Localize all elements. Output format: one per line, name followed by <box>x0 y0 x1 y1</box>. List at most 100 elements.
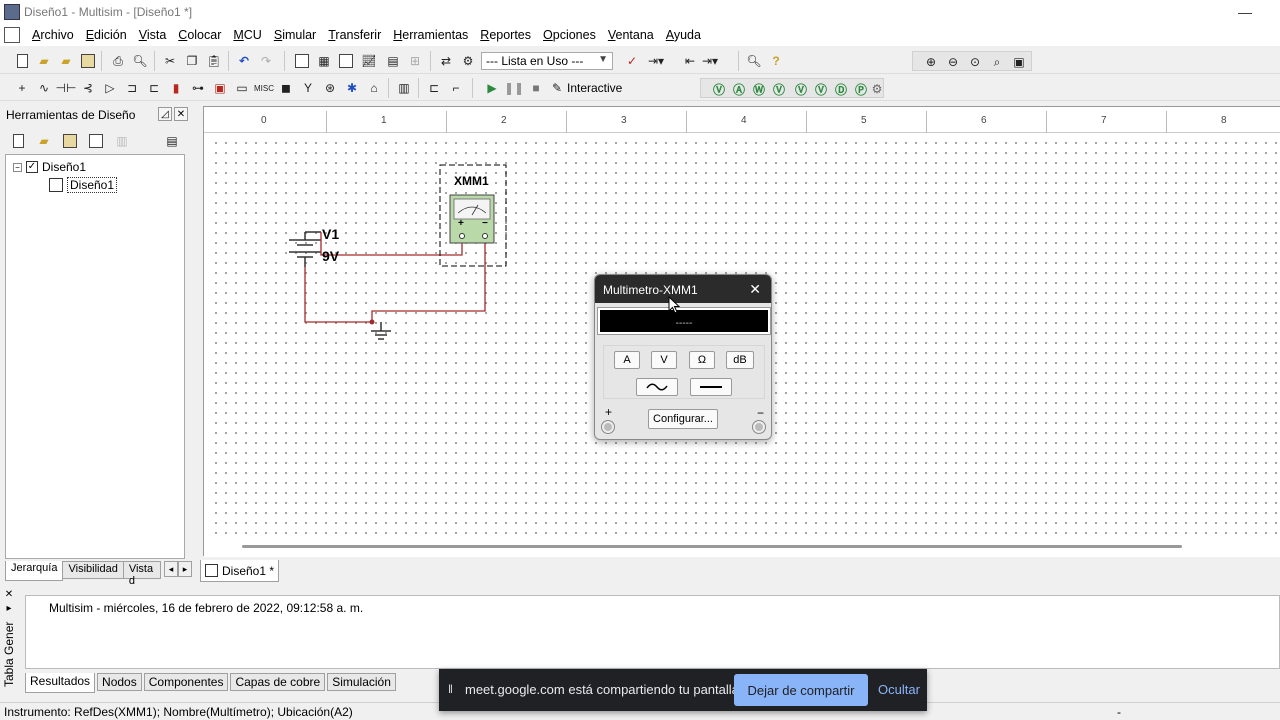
power-probe-icon[interactable]: Ⓦ <box>751 81 767 97</box>
wires[interactable] <box>304 232 486 323</box>
interactive-settings-icon[interactable]: ✎ <box>549 80 565 96</box>
tab-diseno1[interactable]: Diseño1 * <box>200 560 280 582</box>
cut-icon[interactable]: ✂ <box>162 53 178 69</box>
restore-icon[interactable]: ▸ <box>2 603 16 615</box>
zoom-in-icon[interactable]: ⊕ <box>923 54 939 70</box>
source-refdes-label[interactable]: V1 <box>322 226 339 242</box>
forward-annotate-icon[interactable]: ⇥▾ <box>702 53 718 69</box>
open-folder-icon[interactable]: ▰ <box>36 53 52 69</box>
place-mixed-icon[interactable]: ⊶ <box>190 80 206 96</box>
menu-colocar[interactable]: Colocar <box>172 28 227 42</box>
menu-vista[interactable]: Vista <box>133 28 173 42</box>
dc-mode-button[interactable] <box>690 378 732 396</box>
tab-visibilidad[interactable]: Visibilidad <box>62 561 124 579</box>
ammeter-mode-button[interactable]: A <box>614 351 640 369</box>
place-analog-icon[interactable]: ▷ <box>102 80 118 96</box>
tree-child-label[interactable]: Diseño1 <box>67 177 118 193</box>
open-sample-icon[interactable]: ▰ <box>58 53 74 69</box>
design-toolbox-icon[interactable] <box>338 53 354 69</box>
tab-scroll-right-icon[interactable]: ▸ <box>178 561 192 577</box>
ohmmeter-mode-button[interactable]: Ω <box>689 351 715 369</box>
zoom-out-icon[interactable]: ⊖ <box>945 54 961 70</box>
menu-opciones[interactable]: Opciones <box>537 28 602 42</box>
probe-settings-gear-icon[interactable]: ⚙ <box>869 81 885 97</box>
scrollbar-thumb[interactable] <box>242 545 1182 548</box>
place-electromechanical-icon[interactable]: ⊛ <box>322 80 338 96</box>
tab-vista-del-proyecto[interactable]: Vista d <box>122 561 161 587</box>
instrument-refdes-label[interactable]: XMM1 <box>454 174 489 188</box>
drag-handle-icon[interactable]: ‖ <box>448 682 453 696</box>
database-manager-icon[interactable]: ⇄ <box>438 53 454 69</box>
place-misc-digital-icon[interactable]: ▮ <box>168 80 184 96</box>
pause-simulation-icon[interactable]: ❚❚ <box>504 80 524 96</box>
place-cmos-icon[interactable]: ⊏ <box>146 80 162 96</box>
place-indicator-icon[interactable]: ▣ <box>212 80 228 96</box>
close-icon[interactable]: ✕ <box>749 281 761 298</box>
positive-terminal[interactable] <box>602 421 614 433</box>
ground-symbol[interactable] <box>371 322 391 340</box>
close-icon[interactable]: ✕ <box>2 589 16 601</box>
source-value-label[interactable]: 9V <box>322 248 339 264</box>
current-probe-icon[interactable]: Ⓐ <box>731 81 747 97</box>
place-bus-icon[interactable]: ⌐ <box>448 80 464 96</box>
reference-probe-icon[interactable]: Ⓥ <box>813 81 829 97</box>
decibel-mode-button[interactable]: dB <box>726 351 754 369</box>
tab-scroll-left-icon[interactable]: ◂ <box>164 561 178 577</box>
paste-icon[interactable]: 📋︎ <box>206 53 222 69</box>
tab-jerarquia[interactable]: Jerarquía <box>5 561 64 581</box>
menu-reportes[interactable]: Reportes <box>474 28 537 42</box>
interactive-mode-label[interactable]: Interactive <box>567 81 622 95</box>
print-preview-icon[interactable]: 🔍︎ <box>132 53 148 69</box>
in-use-list-icon[interactable]: ⚙ <box>460 53 476 69</box>
place-transistor-icon[interactable]: ⊰ <box>80 80 96 96</box>
zoom-sheet-icon[interactable]: ⌕ <box>989 54 1005 70</box>
place-power-icon[interactable]: ▭ <box>234 80 250 96</box>
new-design-icon[interactable] <box>10 133 26 149</box>
new-file-icon[interactable] <box>14 53 30 69</box>
differential-probe-icon[interactable]: Ⓥ <box>771 81 787 97</box>
close-design-icon[interactable] <box>88 133 104 149</box>
menu-ayuda[interactable]: Ayuda <box>660 28 707 42</box>
undo-icon[interactable]: ↶ <box>236 53 252 69</box>
hierarchical-block-icon[interactable]: ⊏ <box>426 80 442 96</box>
help-icon[interactable]: ? <box>768 53 784 69</box>
minimize-button[interactable]: — <box>1238 4 1252 20</box>
place-rf-icon[interactable]: Y <box>300 80 316 96</box>
tab-nodos[interactable]: Nodos <box>97 673 142 691</box>
in-use-list-dropdown[interactable]: --- Lista en Uso --- ▼ <box>481 52 613 70</box>
save-design-icon[interactable] <box>62 133 78 149</box>
probe-properties-icon[interactable]: Ⓟ <box>853 81 869 97</box>
voltage-current-probe-icon[interactable]: Ⓥ <box>793 81 809 97</box>
menu-herramientas[interactable]: Herramientas <box>387 28 474 42</box>
tree-root-row[interactable]: − ✓ Diseño1 <box>13 159 86 175</box>
close-panel-button[interactable]: ✕ <box>174 107 188 121</box>
spreadsheet-view-icon[interactable]: ▤ <box>385 53 401 69</box>
component-wizard-icon[interactable]: ⊞ <box>407 53 423 69</box>
erc-icon[interactable]: ✓ <box>624 53 640 69</box>
hide-button[interactable]: Ocultar <box>878 682 920 697</box>
toggle-fullscreen-icon[interactable] <box>294 53 310 69</box>
voltmeter-mode-button[interactable]: V <box>651 351 677 369</box>
place-basic-icon[interactable]: ∿ <box>36 80 52 96</box>
tab-componentes[interactable]: Componentes <box>143 673 229 691</box>
tab-simulacion[interactable]: Simulación <box>327 673 396 691</box>
redo-icon[interactable]: ↷ <box>258 53 274 69</box>
restore-panel-button[interactable]: ◿ <box>158 107 172 121</box>
negative-terminal[interactable] <box>753 421 765 433</box>
tab-capas-de-cobre[interactable]: Capas de cobre <box>230 673 326 691</box>
menu-edicion[interactable]: Edición <box>80 28 133 42</box>
transfer-ultiboard-icon[interactable]: ⇥▾ <box>648 53 664 69</box>
place-diode-icon[interactable]: ⊣⊢ <box>56 80 77 96</box>
tree-child-row[interactable]: Diseño1 <box>49 177 118 193</box>
menu-archivo[interactable]: Archivo <box>26 28 80 42</box>
place-advanced-icon[interactable]: ◼ <box>278 80 294 96</box>
run-simulation-icon[interactable]: ▶ <box>484 80 500 96</box>
visibility-checkbox[interactable]: ✓ <box>26 161 38 173</box>
menu-mcu[interactable]: MCU <box>227 28 267 42</box>
print-icon[interactable]: ⎙ <box>110 53 126 69</box>
place-misc-icon[interactable]: MISC <box>254 80 274 96</box>
place-connector-icon[interactable]: ⌂ <box>366 80 382 96</box>
project-view-icon[interactable]: ▤ <box>164 133 180 149</box>
voltage-probe-icon[interactable]: Ⓥ <box>711 81 727 97</box>
delete-design-icon[interactable]: ▥ <box>114 133 130 149</box>
